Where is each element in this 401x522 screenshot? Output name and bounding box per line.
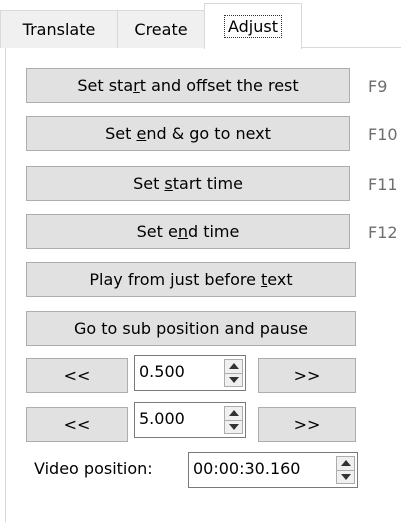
video-position-value[interactable]: 00:00:30.160 (193, 459, 300, 478)
seek-large-spin-buttons[interactable] (224, 406, 243, 434)
set-end-next-label: Set end & go to next (105, 124, 271, 143)
goto-sub-pause-label: Go to sub position and pause (73, 319, 309, 338)
tab-translate-label: Translate (22, 20, 96, 39)
seek-small-spin-buttons[interactable] (224, 359, 243, 387)
tab-adjust-label: Adjust (223, 15, 282, 38)
video-position-label: Video position: (34, 459, 153, 478)
set-start-time-label: Set start time (133, 174, 243, 193)
set-start-offset-label: Set start and offset the rest (77, 76, 299, 95)
set-end-time-button[interactable]: Set end time (26, 214, 350, 249)
goto-sub-pause-button[interactable]: Go to sub position and pause (26, 311, 356, 346)
tab-translate[interactable]: Translate (0, 10, 118, 48)
shortcut-f11: F11 (368, 175, 398, 194)
set-start-offset-button[interactable]: Set start and offset the rest (26, 68, 350, 103)
spin-up-icon[interactable] (225, 407, 242, 421)
tab-create-label: Create (134, 20, 188, 39)
seek-small-value[interactable]: 0.500 (139, 362, 185, 381)
seek-large-value[interactable]: 5.000 (139, 409, 185, 428)
seek-large-stepper[interactable]: 5.000 (134, 402, 246, 438)
set-start-time-button[interactable]: Set start time (26, 166, 350, 201)
seek-small-stepper[interactable]: 0.500 (134, 355, 246, 391)
tab-strip: Translate Create Adjust (0, 0, 401, 49)
seek-back-large-label: << (63, 415, 91, 434)
play-before-text-button[interactable]: Play from just before text (26, 262, 356, 297)
seek-forward-large-button[interactable]: >> (258, 407, 356, 442)
spin-down-icon[interactable] (225, 421, 242, 434)
spin-up-icon[interactable] (337, 457, 354, 471)
spin-up-icon[interactable] (225, 360, 242, 374)
spin-down-icon[interactable] (225, 374, 242, 387)
seek-back-large-button[interactable]: << (26, 407, 128, 442)
set-end-next-button[interactable]: Set end & go to next (26, 116, 350, 151)
shortcut-f10: F10 (368, 125, 398, 144)
set-end-time-label: Set end time (136, 222, 240, 241)
spin-down-icon[interactable] (337, 471, 354, 484)
tab-create[interactable]: Create (117, 10, 205, 48)
shortcut-f12: F12 (368, 223, 398, 242)
seek-forward-small-label: >> (293, 366, 321, 385)
video-position-spin-buttons[interactable] (336, 456, 355, 484)
seek-forward-small-button[interactable]: >> (258, 358, 356, 393)
video-position-stepper[interactable]: 00:00:30.160 (188, 452, 358, 488)
shortcut-f9: F9 (368, 77, 388, 96)
seek-back-small-label: << (63, 366, 91, 385)
play-before-text-label: Play from just before text (89, 270, 293, 289)
seek-back-small-button[interactable]: << (26, 358, 128, 393)
seek-forward-large-label: >> (293, 415, 321, 434)
tab-adjust[interactable]: Adjust (204, 3, 302, 49)
